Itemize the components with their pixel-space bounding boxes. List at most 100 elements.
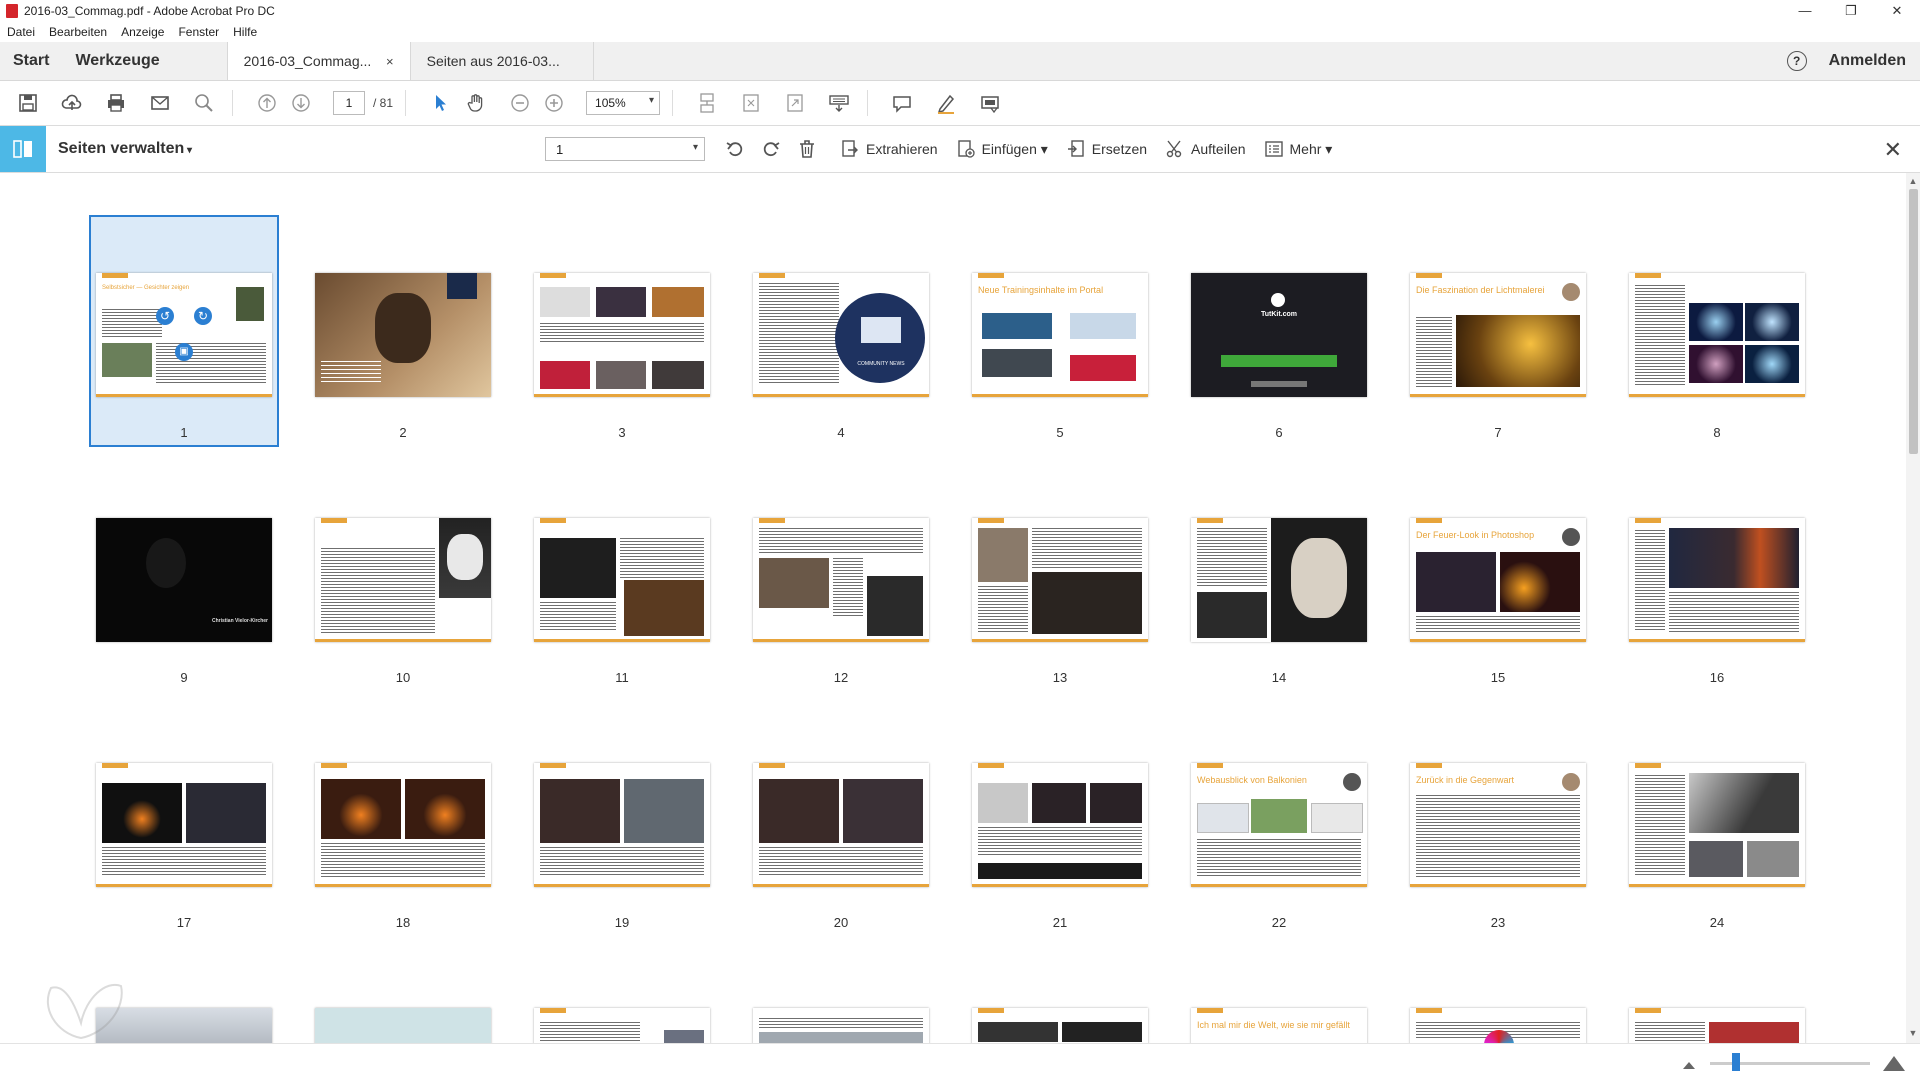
scroll-up-arrow[interactable]: ▲ <box>1906 176 1920 186</box>
scissors-icon <box>1166 140 1182 158</box>
rotate-right-icon[interactable] <box>756 134 786 164</box>
fit-page-icon[interactable] <box>735 87 767 119</box>
delete-page-icon[interactable] <box>792 134 822 164</box>
print-icon[interactable] <box>100 87 132 119</box>
menu-bearbeiten[interactable]: Bearbeiten <box>42 25 114 39</box>
page-thumbnail[interactable] <box>315 763 491 887</box>
full-screen-icon[interactable] <box>779 87 811 119</box>
comment-icon[interactable] <box>886 87 918 119</box>
organize-pages-tool-icon[interactable] <box>0 126 46 172</box>
minimize-button[interactable]: — <box>1782 0 1828 22</box>
pen-highlight-icon[interactable] <box>930 87 962 119</box>
butterfly-watermark-icon <box>36 978 126 1043</box>
rotate-right-icon[interactable]: ↻ <box>194 307 212 325</box>
page-thumbnail[interactable] <box>972 1008 1148 1043</box>
maximize-button[interactable]: ❐ <box>1828 0 1874 22</box>
page-thumbnail[interactable] <box>315 518 491 642</box>
page-thumbnail[interactable] <box>1410 1008 1586 1043</box>
main-toolbar: 1 / 81 105% <box>0 81 1920 126</box>
select-cursor-icon[interactable] <box>424 87 456 119</box>
page-thumbnail[interactable] <box>534 518 710 642</box>
next-page-icon[interactable] <box>285 87 317 119</box>
upload-cloud-icon[interactable] <box>56 87 88 119</box>
split-button[interactable]: Aufteilen <box>1165 139 1246 159</box>
page-thumbnail[interactable] <box>96 763 272 887</box>
replace-button[interactable]: Ersetzen <box>1066 139 1147 159</box>
save-icon[interactable] <box>12 87 44 119</box>
zoom-in-icon[interactable] <box>538 87 570 119</box>
signin-button[interactable]: Anmelden <box>1829 52 1906 70</box>
small-thumbnail-icon[interactable] <box>1682 1060 1696 1070</box>
page-thumbnail[interactable]: TutKit.com <box>1191 273 1367 397</box>
page-thumbnail[interactable] <box>1191 518 1367 642</box>
page-thumbnail[interactable]: Selbstsicher — Gesichter zeigen ↺ ↻ ▣ <box>96 273 272 397</box>
page-number-label: 20 <box>833 915 849 930</box>
page-thumbnail[interactable] <box>315 273 491 397</box>
scroll-mode-icon[interactable] <box>691 87 723 119</box>
more-button[interactable]: Mehr ▾ <box>1264 139 1332 159</box>
menu-fenster[interactable]: Fenster <box>171 25 226 39</box>
page-number-label: 1 <box>180 425 188 440</box>
page-thumbnail[interactable] <box>315 1008 491 1043</box>
menu-hilfe[interactable]: Hilfe <box>226 25 264 39</box>
close-tool-icon[interactable]: ✕ <box>1884 137 1902 163</box>
page-thumbnail[interactable]: Der Feuer-Look in Photoshop <box>1410 518 1586 642</box>
scroll-down-arrow[interactable]: ▼ <box>1906 1028 1920 1038</box>
search-icon[interactable] <box>188 87 220 119</box>
page-thumbnail[interactable]: Zurück in die Gegenwart <box>1410 763 1586 887</box>
page-thumbnail[interactable]: Neue Trainingsinhalte im Portal <box>972 273 1148 397</box>
page-thumbnail[interactable]: COMMUNITY NEWS <box>753 273 929 397</box>
email-icon[interactable] <box>144 87 176 119</box>
delete-page-icon[interactable]: ▣ <box>175 343 193 361</box>
page-thumbnail[interactable] <box>1629 273 1805 397</box>
page-number-label: 9 <box>180 670 188 685</box>
stamp-sign-icon[interactable] <box>974 87 1006 119</box>
page-thumbnail[interactable] <box>753 518 929 642</box>
menu-datei[interactable]: Datei <box>0 25 42 39</box>
tab-document-active[interactable]: 2016-03_Commag... × <box>226 42 411 80</box>
page-thumbnail[interactable] <box>1629 518 1805 642</box>
page-thumbnail[interactable]: Christian Vielor-Kircher <box>96 518 272 642</box>
help-icon[interactable]: ? <box>1786 51 1807 71</box>
page-thumbnail[interactable] <box>534 273 710 397</box>
page-number-label: 21 <box>1052 915 1068 930</box>
page-thumbnail[interactable] <box>534 763 710 887</box>
tab-tools[interactable]: Werkzeuge <box>62 42 172 80</box>
tab-start[interactable]: Start <box>0 42 62 80</box>
organize-pages-title[interactable]: Seiten verwalten <box>58 140 192 158</box>
zoom-level-select[interactable]: 105% <box>586 91 661 115</box>
page-number-label: 6 <box>1275 425 1283 440</box>
scrollbar-thumb[interactable] <box>1909 189 1918 454</box>
page-number-input[interactable]: 1 <box>333 91 365 115</box>
toolbar-divider <box>232 90 233 116</box>
close-window-button[interactable]: ✕ <box>1874 0 1920 22</box>
tab-bar: Start Werkzeuge 2016-03_Commag... × Seit… <box>0 42 1920 81</box>
page-thumbnail[interactable]: Ich mal mir die Welt, wie sie mir gefäll… <box>1191 1008 1367 1043</box>
doc-tab-label: Seiten aus 2016-03... <box>426 53 560 69</box>
large-thumbnail-icon[interactable] <box>1882 1054 1906 1072</box>
insert-button[interactable]: Einfügen ▾ <box>956 139 1048 159</box>
rotate-left-icon[interactable] <box>720 134 750 164</box>
page-thumbnail[interactable] <box>972 763 1148 887</box>
hand-tool-icon[interactable] <box>460 87 492 119</box>
page-thumbnail[interactable] <box>1629 1008 1805 1043</box>
menu-anzeige[interactable]: Anzeige <box>114 25 171 39</box>
tab-document-2[interactable]: Seiten aus 2016-03... <box>411 42 594 80</box>
extract-button[interactable]: Extrahieren <box>840 139 938 159</box>
page-number-label: 2 <box>399 425 407 440</box>
doc-tab-label: 2016-03_Commag... <box>243 53 372 69</box>
page-thumbnail[interactable] <box>753 1008 929 1043</box>
page-thumbnail[interactable] <box>753 763 929 887</box>
previous-page-icon[interactable] <box>251 87 283 119</box>
close-tab-icon[interactable]: × <box>386 54 394 69</box>
rotate-left-icon[interactable]: ↺ <box>156 307 174 325</box>
page-range-select[interactable]: 1 <box>545 137 705 161</box>
page-thumbnail[interactable] <box>972 518 1148 642</box>
thumbnail-size-slider-knob[interactable] <box>1732 1053 1740 1071</box>
page-thumbnail[interactable]: Die Faszination der Lichtmalerei <box>1410 273 1586 397</box>
page-thumbnail[interactable]: Webausblick von Balkonien <box>1191 763 1367 887</box>
page-thumbnail[interactable] <box>534 1008 710 1043</box>
keyboard-icon[interactable] <box>823 87 855 119</box>
zoom-out-icon[interactable] <box>504 87 536 119</box>
page-thumbnail[interactable] <box>1629 763 1805 887</box>
